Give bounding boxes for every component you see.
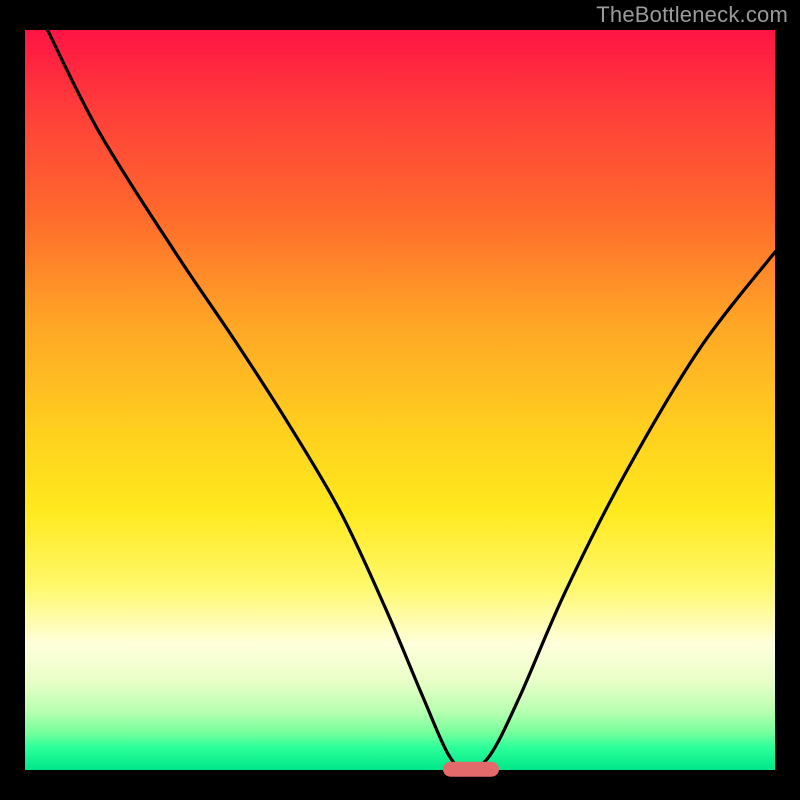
chart-frame: TheBottleneck.com: [0, 0, 800, 800]
bottleneck-curve: [25, 30, 775, 770]
watermark-text: TheBottleneck.com: [596, 2, 788, 28]
optimum-marker: [443, 762, 499, 777]
plot-area: [25, 30, 775, 770]
